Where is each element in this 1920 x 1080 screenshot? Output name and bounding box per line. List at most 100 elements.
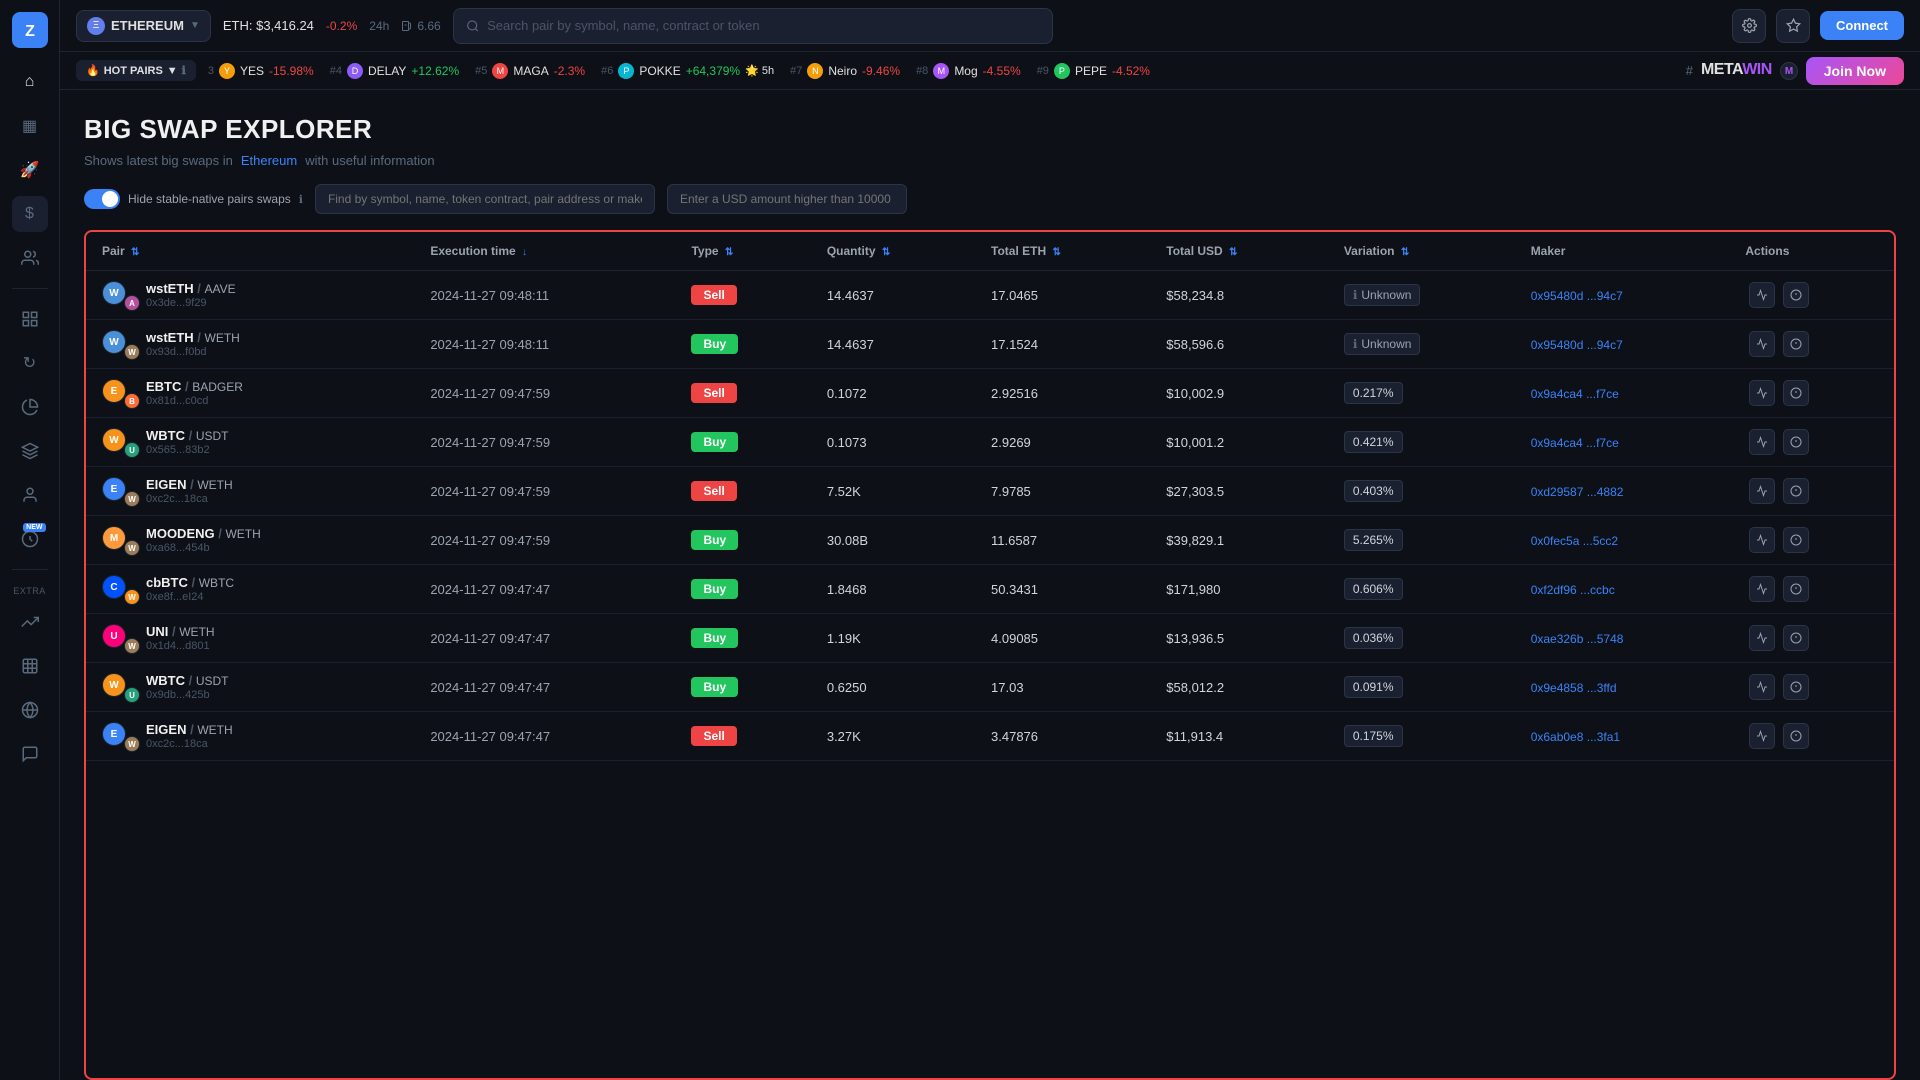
maker-link[interactable]: 0xd29587 ...4882 (1531, 485, 1624, 499)
action-info-btn[interactable] (1783, 576, 1809, 602)
sidebar-item-home[interactable]: ⌂ (12, 64, 48, 100)
action-chart-btn[interactable] (1749, 282, 1775, 308)
cell-total-eth: 4.09085 (975, 614, 1150, 663)
sidebar-item-dollar[interactable]: $ (12, 196, 48, 232)
sidebar-item-globe[interactable] (12, 692, 48, 728)
action-info-btn[interactable] (1783, 380, 1809, 406)
cell-pair[interactable]: W W wstETH / WETH 0x93d...f0bd (86, 320, 414, 369)
col-type[interactable]: Type ⇅ (675, 232, 810, 271)
sidebar-item-widgets[interactable] (12, 301, 48, 337)
cell-pair[interactable]: E B EBTC / BADGER 0x81d...c0cd (86, 369, 414, 418)
settings-button[interactable] (1732, 9, 1766, 43)
stable-pairs-toggle[interactable] (84, 189, 120, 209)
connect-button[interactable]: Connect (1820, 11, 1904, 40)
cell-pair[interactable]: W A wstETH / AAVE 0x3de...9f29 (86, 271, 414, 320)
ticker-item-neiro[interactable]: #7 N Neiro -9.46% (790, 63, 900, 79)
maker-link[interactable]: 0xae326b ...5748 (1531, 632, 1624, 646)
sidebar-item-person[interactable] (12, 477, 48, 513)
hot-pairs-button[interactable]: 🔥 HOT PAIRS ▼ ℹ (76, 60, 196, 81)
page-subtitle: Shows latest big swaps in Ethereum with … (84, 153, 1896, 168)
action-info-btn[interactable] (1783, 331, 1809, 357)
cell-maker[interactable]: 0x9a4ca4 ...f7ce (1515, 369, 1730, 418)
sidebar-item-layers[interactable] (12, 433, 48, 469)
ticker-item-mog[interactable]: #8 M Mog -4.55% (916, 63, 1021, 79)
cell-actions (1729, 712, 1894, 761)
sidebar-item-trending[interactable] (12, 604, 48, 640)
pair-filter-input[interactable] (315, 184, 655, 214)
sidebar-item-dashboard[interactable]: ▦ (12, 108, 48, 144)
cell-pair[interactable]: W U WBTC / USDT 0x9db...425b (86, 663, 414, 712)
cell-pair[interactable]: U W UNI / WETH 0x1d4...d801 (86, 614, 414, 663)
action-info-btn[interactable] (1783, 429, 1809, 455)
action-chart-btn[interactable] (1749, 625, 1775, 651)
cell-maker[interactable]: 0xd29587 ...4882 (1515, 467, 1730, 516)
ticker-item-maga[interactable]: #5 M MAGA -2.3% (475, 63, 585, 79)
action-chart-btn[interactable] (1749, 478, 1775, 504)
sidebar-item-explore[interactable]: 🚀 (12, 152, 48, 188)
swap-table-container[interactable]: Pair ⇅ Execution time ↓ Type ⇅ Quantity … (84, 230, 1896, 1080)
action-chart-btn[interactable] (1749, 331, 1775, 357)
ticker-item-pokke[interactable]: #6 P POKKE +64,379% 🌟 5h (601, 63, 774, 79)
col-execution-time[interactable]: Execution time ↓ (414, 232, 675, 271)
chain-selector[interactable]: Ξ ETHEREUM ▼ (76, 10, 211, 42)
sidebar-item-feedback[interactable] (12, 736, 48, 772)
action-chart-btn[interactable] (1749, 576, 1775, 602)
join-now-button[interactable]: Join Now (1806, 57, 1904, 85)
cell-pair[interactable]: C W cbBTC / WBTC 0xe8f...eI24 (86, 565, 414, 614)
maker-link[interactable]: 0x9a4ca4 ...f7ce (1531, 436, 1619, 450)
pair-name: UNI / WETH (146, 624, 215, 639)
action-chart-btn[interactable] (1749, 674, 1775, 700)
action-chart-btn[interactable] (1749, 429, 1775, 455)
maker-link[interactable]: 0x0fec5a ...5cc2 (1531, 534, 1618, 548)
cell-pair[interactable]: M W MOODENG / WETH 0xa68...454b (86, 516, 414, 565)
amount-filter-input[interactable] (667, 184, 907, 214)
cell-maker[interactable]: 0x95480d ...94c7 (1515, 320, 1730, 369)
action-info-btn[interactable] (1783, 723, 1809, 749)
cell-pair[interactable]: W U WBTC / USDT 0x565...83b2 (86, 418, 414, 467)
cell-pair[interactable]: E W EIGEN / WETH 0xc2c...18ca (86, 712, 414, 761)
sidebar-item-scanner[interactable] (12, 648, 48, 684)
maker-link[interactable]: 0x95480d ...94c7 (1531, 338, 1623, 352)
col-total-usd[interactable]: Total USD ⇅ (1150, 232, 1328, 271)
col-pair[interactable]: Pair ⇅ (86, 232, 414, 271)
cell-maker[interactable]: 0x9a4ca4 ...f7ce (1515, 418, 1730, 467)
search-input[interactable] (487, 18, 1040, 33)
cell-actions (1729, 663, 1894, 712)
col-quantity[interactable]: Quantity ⇅ (811, 232, 975, 271)
ticker-item-delay[interactable]: #4 D DELAY +12.62% (330, 63, 459, 79)
maker-link[interactable]: 0x9e4858 ...3ffd (1531, 681, 1617, 695)
cell-maker[interactable]: 0x6ab0e8 ...3fa1 (1515, 712, 1730, 761)
sidebar-item-community[interactable]: NEW (12, 521, 48, 557)
sidebar-item-users[interactable] (12, 240, 48, 276)
action-info-btn[interactable] (1783, 478, 1809, 504)
cell-maker[interactable]: 0x9e4858 ...3ffd (1515, 663, 1730, 712)
maker-link[interactable]: 0x95480d ...94c7 (1531, 289, 1623, 303)
cell-pair[interactable]: E W EIGEN / WETH 0xc2c...18ca (86, 467, 414, 516)
action-chart-btn[interactable] (1749, 527, 1775, 553)
col-total-eth[interactable]: Total ETH ⇅ (975, 232, 1150, 271)
sidebar-item-chart[interactable] (12, 389, 48, 425)
action-chart-btn[interactable] (1749, 380, 1775, 406)
col-variation[interactable]: Variation ⇅ (1328, 232, 1515, 271)
chain-link[interactable]: Ethereum (241, 153, 297, 168)
watchlist-button[interactable] (1776, 9, 1810, 43)
action-chart-btn[interactable] (1749, 723, 1775, 749)
toggle-info-icon[interactable]: ℹ (299, 193, 303, 206)
maker-link[interactable]: 0x6ab0e8 ...3fa1 (1531, 730, 1620, 744)
cell-maker[interactable]: 0x0fec5a ...5cc2 (1515, 516, 1730, 565)
action-info-btn[interactable] (1783, 625, 1809, 651)
table-row: W U WBTC / USDT 0x9db...425b 2024-11-27 … (86, 663, 1894, 712)
search-bar[interactable] (453, 8, 1053, 44)
cell-maker[interactable]: 0x95480d ...94c7 (1515, 271, 1730, 320)
cell-maker[interactable]: 0xf2df96 ...ccbc (1515, 565, 1730, 614)
pair-name: wstETH / AAVE (146, 281, 236, 296)
sidebar-item-sync[interactable]: ↻ (12, 345, 48, 381)
cell-maker[interactable]: 0xae326b ...5748 (1515, 614, 1730, 663)
action-info-btn[interactable] (1783, 674, 1809, 700)
action-info-btn[interactable] (1783, 282, 1809, 308)
maker-link[interactable]: 0x9a4ca4 ...f7ce (1531, 387, 1619, 401)
maker-link[interactable]: 0xf2df96 ...ccbc (1531, 583, 1615, 597)
action-info-btn[interactable] (1783, 527, 1809, 553)
ticker-item-pepe[interactable]: #9 P PEPE -4.52% (1037, 63, 1150, 79)
ticker-item-yes[interactable]: 3 Y YES -15.98% (208, 63, 314, 79)
